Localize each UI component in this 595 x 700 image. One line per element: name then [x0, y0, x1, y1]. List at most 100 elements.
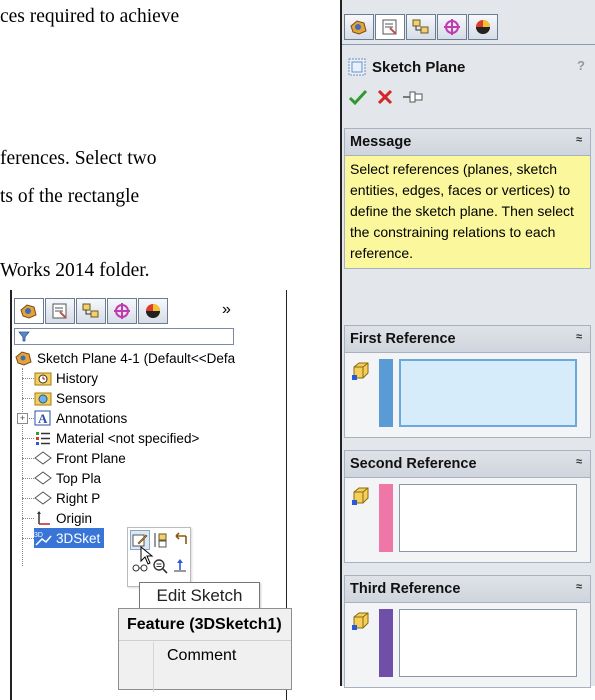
more-tabs-button[interactable]: » — [222, 301, 231, 319]
display-manager-tab[interactable] — [468, 14, 498, 40]
tree-item-top-plane[interactable]: Top Pla — [34, 468, 101, 488]
3d-sketch-icon: 3D — [34, 532, 52, 546]
sketch-plane-icon — [348, 58, 366, 76]
svg-text:A: A — [38, 411, 48, 426]
display-manager-icon — [476, 20, 490, 34]
first-reference-header[interactable]: First Reference ≈ — [345, 326, 590, 353]
tree-item-history[interactable]: History — [34, 368, 98, 388]
property-manager-tab[interactable] — [45, 298, 75, 324]
property-manager-title: Sketch Plane — [372, 58, 466, 76]
menu-item-comment[interactable]: Comment — [167, 647, 236, 665]
context-menu: Feature (3DSketch1) Comment — [118, 608, 292, 692]
part-icon — [15, 351, 32, 366]
manager-tabs — [14, 298, 168, 326]
reference-entity-icon — [352, 612, 369, 630]
property-manager-icon — [52, 303, 67, 319]
tree-item-label: History — [56, 370, 99, 386]
rollback-icon — [175, 532, 187, 544]
configuration-manager-tab[interactable] — [76, 298, 106, 324]
dimxpert-manager-tab[interactable] — [107, 298, 137, 324]
normal-to-icon — [174, 559, 186, 572]
third-reference-selection-box[interactable] — [399, 609, 577, 677]
dimxpert-manager-icon — [114, 303, 130, 319]
reference-color-bar — [379, 609, 393, 677]
annotations-icon: A — [34, 410, 51, 426]
collapse-icon[interactable]: ≈ — [576, 331, 582, 343]
keep-visible-pushpin-button[interactable] — [402, 88, 424, 106]
annotations-expander[interactable]: + — [17, 413, 28, 424]
property-manager-actions — [348, 88, 424, 106]
reference-entity-icon — [352, 487, 369, 505]
manager-tabs — [344, 14, 498, 42]
property-manager-tab[interactable] — [375, 14, 405, 40]
group-title: First Reference — [350, 331, 456, 347]
property-manager-panel: Sketch Plane ? Message ≈ Select referenc… — [340, 0, 595, 688]
history-icon — [34, 372, 52, 386]
plane-icon — [34, 471, 52, 485]
tree-item-label: Top Pla — [56, 470, 102, 486]
doc-text-line: Works 2014 folder. — [0, 260, 150, 281]
feature-manager-tab[interactable] — [344, 14, 374, 40]
mouse-pointer-icon — [140, 546, 154, 565]
second-reference-selection-box[interactable] — [399, 484, 577, 552]
tree-item-label: Front Plane — [56, 450, 126, 466]
origin-icon — [37, 511, 50, 525]
property-manager-header: Sketch Plane ? — [342, 52, 595, 82]
tooltip: Edit Sketch — [139, 582, 260, 610]
cancel-button[interactable] — [376, 88, 394, 106]
tree-item-3dsketch[interactable]: 3D 3DSket — [34, 528, 105, 548]
tree-item-label: Right P — [56, 490, 101, 506]
doc-text-line: ferences. Select two — [0, 148, 157, 169]
material-icon — [36, 432, 50, 445]
collapse-icon[interactable]: ≈ — [576, 456, 582, 468]
reference-color-bar — [379, 484, 393, 552]
first-reference-group: First Reference ≈ — [344, 325, 591, 438]
help-button[interactable]: ? — [577, 58, 585, 73]
sensors-icon — [34, 392, 52, 406]
plane-icon — [34, 451, 52, 465]
context-menu-header: Feature (3DSketch1) — [119, 609, 291, 641]
reference-color-bar — [379, 359, 393, 427]
context-toolbar — [127, 527, 191, 587]
reference-entity-icon — [352, 362, 369, 380]
tree-item-origin[interactable]: Origin — [34, 508, 92, 528]
doc-text-line: ces required to achieve — [0, 6, 180, 27]
third-reference-header[interactable]: Third Reference ≈ — [345, 576, 590, 603]
ok-button[interactable] — [348, 88, 368, 106]
third-reference-group: Third Reference ≈ — [344, 575, 591, 688]
message-group: Message ≈ Select references (planes, ske… — [344, 128, 591, 269]
group-title: Second Reference — [350, 456, 477, 472]
tree-item-annotations[interactable]: A Annotations — [34, 408, 127, 428]
message-header[interactable]: Message ≈ — [345, 129, 590, 156]
plane-icon — [34, 491, 52, 505]
feature-manager-tab[interactable] — [14, 298, 44, 324]
group-title: Third Reference — [350, 581, 461, 597]
feature-manager-icon — [350, 20, 367, 35]
display-manager-tab[interactable] — [138, 298, 168, 324]
tree-item-material[interactable]: Material <not specified> — [34, 428, 199, 448]
doc-text-line: ts of the rectangle — [0, 186, 140, 207]
property-manager-icon — [382, 19, 397, 35]
configuration-manager-tab[interactable] — [406, 14, 436, 40]
rollback-button[interactable] — [170, 530, 190, 550]
tree-item-label: Origin — [56, 510, 93, 526]
svg-text:3D: 3D — [34, 532, 43, 539]
message-text: Select references (planes, sketch entiti… — [345, 156, 590, 268]
normal-to-button[interactable] — [170, 556, 190, 576]
configuration-manager-icon — [412, 19, 429, 34]
tree-root-part[interactable]: Sketch Plane 4-1 (Default<<Defa — [15, 348, 235, 368]
tree-item-label: Annotations — [56, 410, 128, 426]
tree-filter-input[interactable] — [14, 328, 234, 345]
tree-item-right-plane[interactable]: Right P — [34, 488, 100, 508]
tree-item-label: Material <not specified> — [56, 430, 200, 446]
tree-item-label: Sensors — [56, 390, 106, 406]
tree-item-front-plane[interactable]: Front Plane — [34, 448, 126, 468]
collapse-icon[interactable]: ≈ — [576, 581, 582, 593]
group-title: Message — [350, 134, 412, 150]
collapse-icon[interactable]: ≈ — [576, 134, 582, 146]
first-reference-selection-box[interactable] — [399, 359, 577, 427]
tree-item-sensors[interactable]: Sensors — [34, 388, 106, 408]
dimxpert-manager-tab[interactable] — [437, 14, 467, 40]
second-reference-header[interactable]: Second Reference ≈ — [345, 451, 590, 478]
display-manager-icon — [146, 304, 160, 318]
